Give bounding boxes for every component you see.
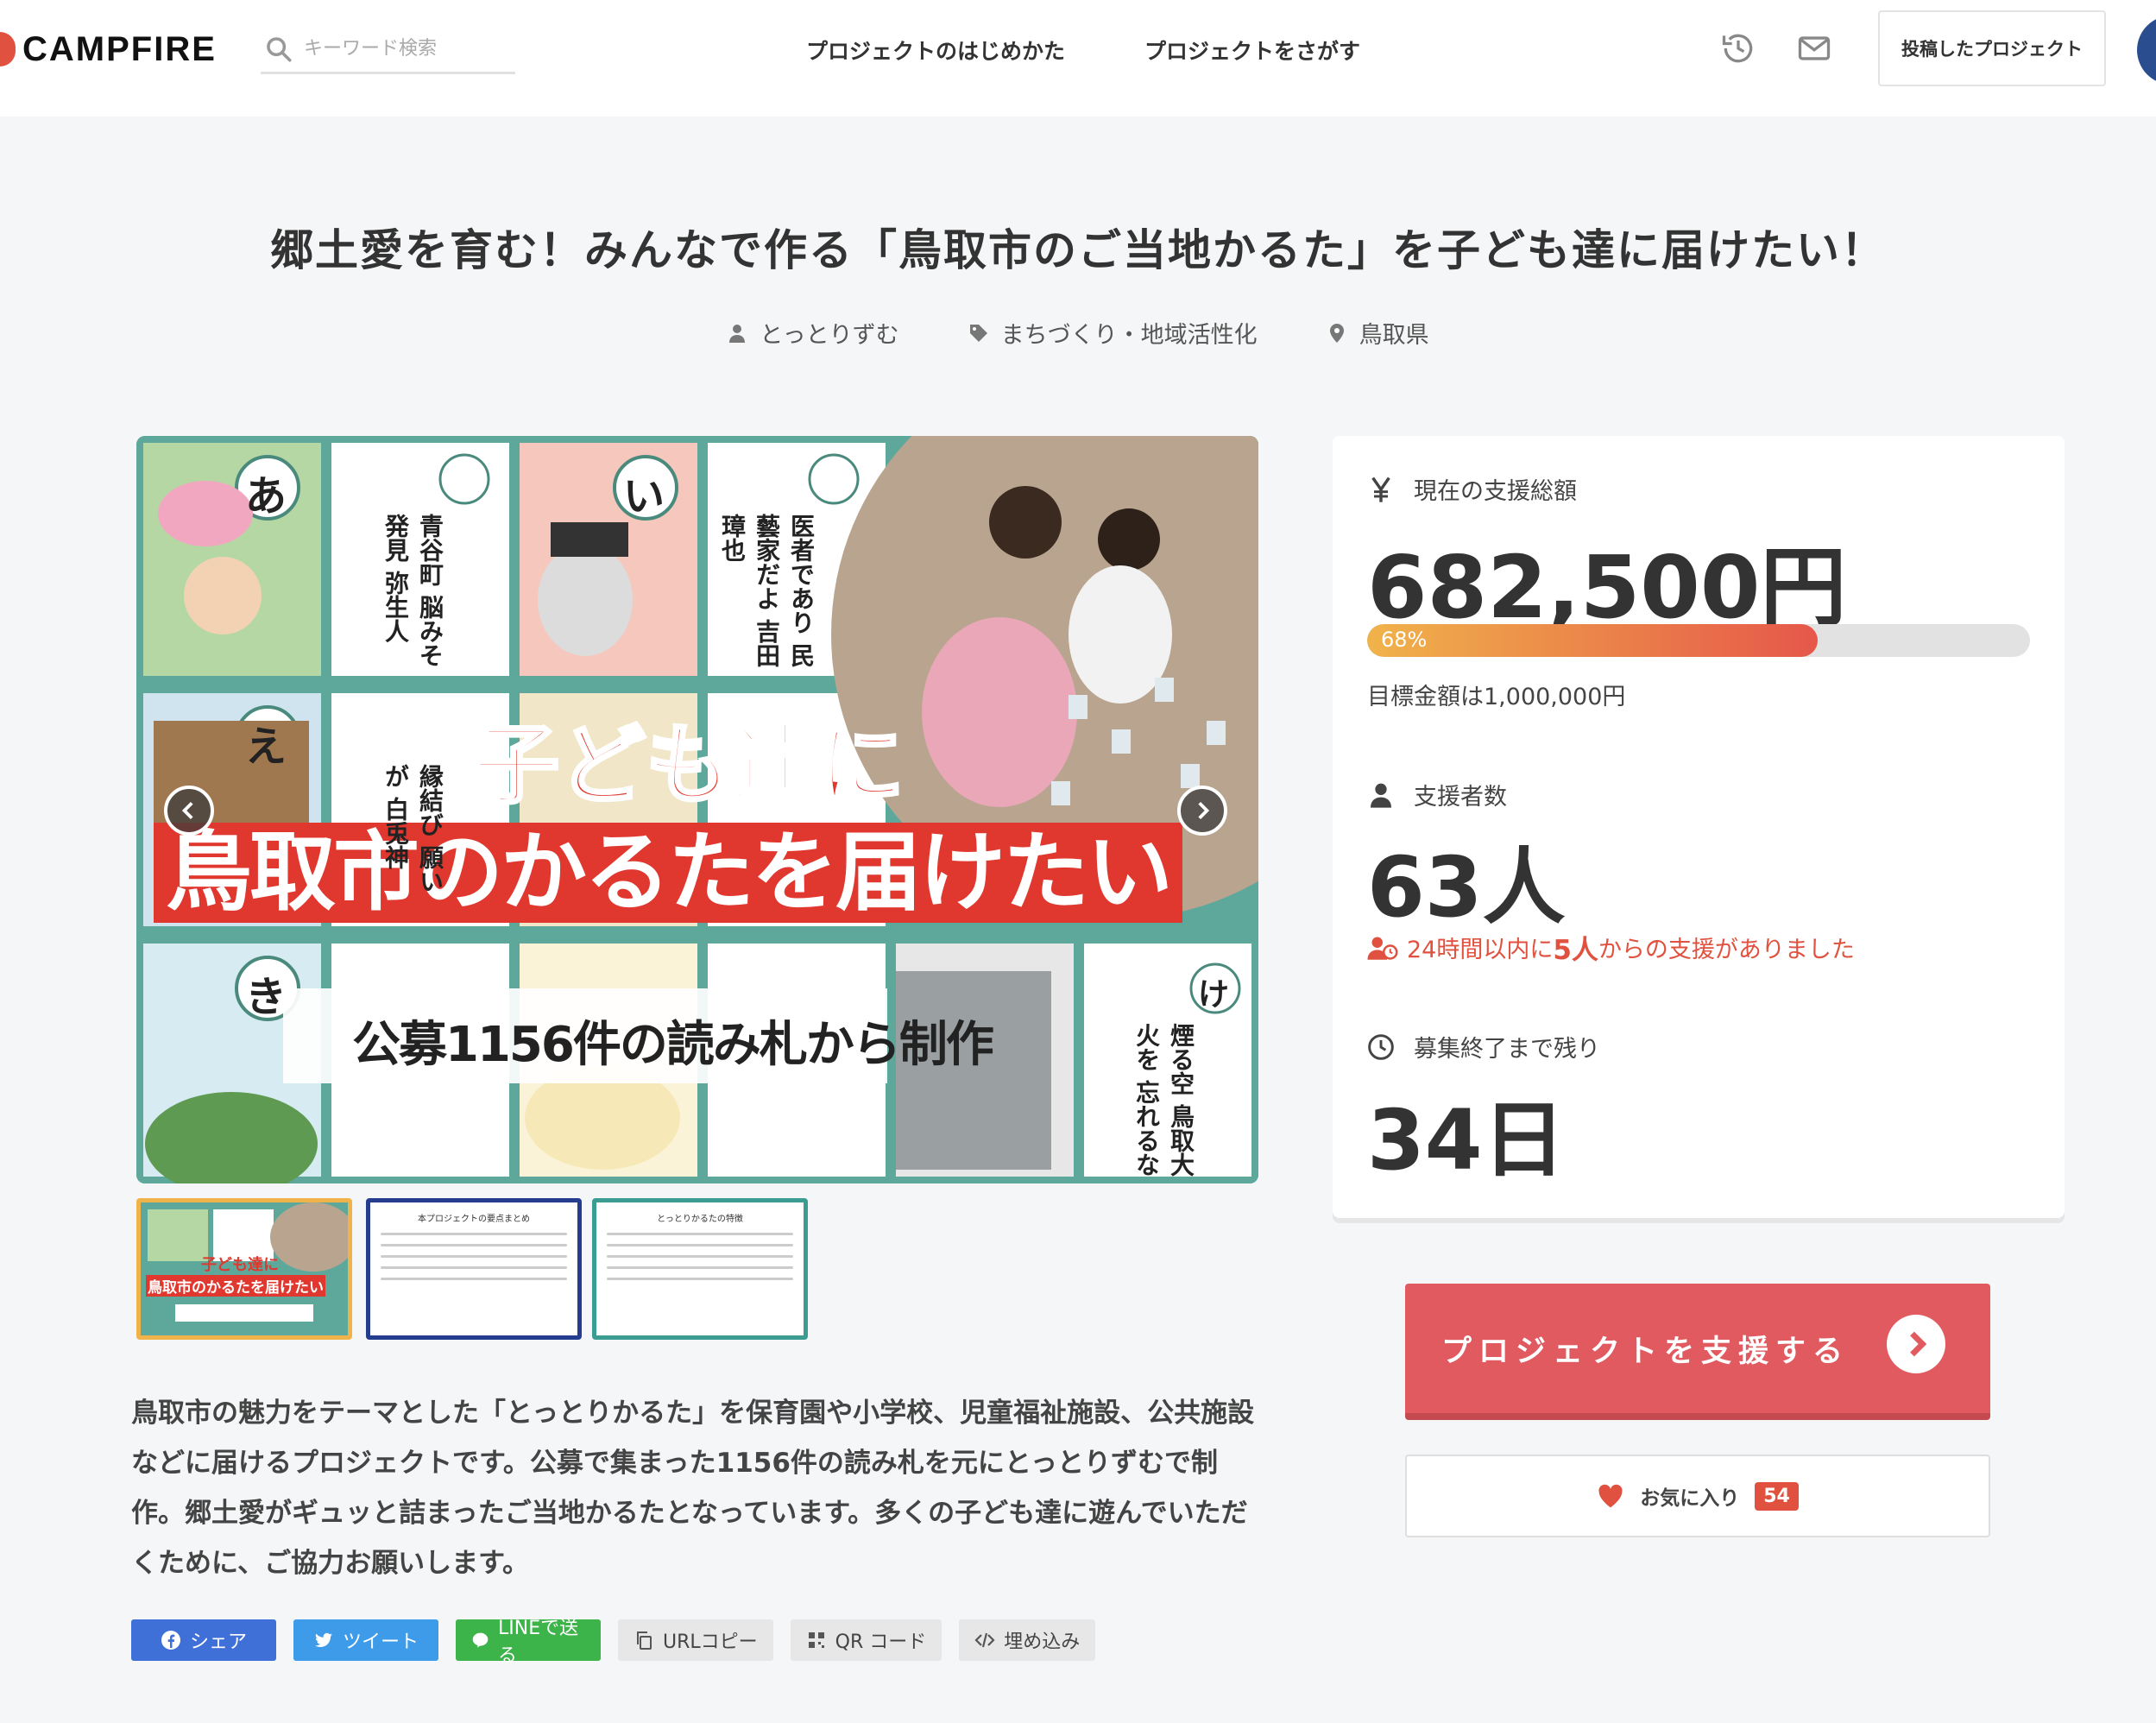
card-letter-e: え [245, 723, 287, 771]
thumbnail-2-heading: 本プロジェクトの要点まとめ [418, 1215, 530, 1224]
favorite-label: お気に入り [1640, 1487, 1740, 1510]
heart-icon [1598, 1484, 1623, 1508]
share-buttons: シェア ツイート LINEで送る URLコピー QR コード 埋め込み [131, 1618, 1096, 1667]
remaining-label: 募集終了まで残り [1414, 1036, 1600, 1063]
search-box[interactable] [261, 26, 515, 74]
recent-prefix: 24時間以内に [1407, 937, 1554, 963]
main-project-image[interactable]: 子ども達に 鳥取市のかるたを届けたい 公募1156件の読み札から制作 あ い え… [136, 436, 1258, 1183]
facebook-share-label: シェア [189, 1631, 247, 1653]
hero-subline: 公募1156件の読み札から制作 [352, 1017, 994, 1073]
remaining-value: 34日 [1367, 1092, 1566, 1189]
card-text-2: 医者であり 民藝家だよ 吉田璋也 [718, 514, 816, 667]
chevron-right-icon [1198, 801, 1210, 820]
thumbnail-1-caption-1: 子ども達に [201, 1256, 279, 1274]
goal-amount: 目標金額は1,000,000円 [1367, 684, 1626, 710]
line-share-label: LINEで送る [498, 1618, 579, 1667]
remaining-label-row: 募集終了まで残り [1367, 1030, 1600, 1063]
facebook-icon [161, 1631, 180, 1650]
card-text-3: 縁結び 願いが 白兎神 [381, 764, 444, 893]
hero-headline-1: 子ども達に [471, 713, 906, 817]
chevron-left-icon [181, 801, 193, 820]
site-header: CAMPFIRE プロジェクトのはじめかた プロジェクトをさがす 投稿したプロジ… [0, 0, 2156, 117]
posted-projects-button[interactable]: 投稿したプロジェクト [1878, 10, 2106, 86]
thumbnail-1[interactable]: 子ども達に 鳥取市のかるたを届けたい [136, 1198, 352, 1340]
funding-stats-card: 現在の支援総額 682,500円 68% 目標金額は1,000,000円 支援者… [1333, 436, 2065, 1218]
nav-how-to-start[interactable]: プロジェクトのはじめかた [806, 35, 1065, 66]
qr-code-label: QR コード [835, 1631, 927, 1653]
recent-suffix: からの支援がありました [1598, 937, 1855, 963]
embed-button[interactable]: 埋め込み [959, 1619, 1096, 1661]
search-input[interactable] [304, 38, 502, 60]
support-project-button[interactable]: プロジェクトを支援する [1405, 1284, 1990, 1420]
url-copy-button[interactable]: URLコピー [618, 1619, 773, 1661]
nav-find-projects[interactable]: プロジェクトをさがす [1144, 35, 1360, 66]
user-icon [729, 324, 746, 343]
clock-icon [1368, 1033, 1394, 1060]
location-name: 鳥取県 [1359, 322, 1429, 349]
line-share-button[interactable]: LINEで送る [456, 1618, 601, 1667]
project-description: 鳥取市の魅力をテーマとした「とっとりかるた」を保育園や小学校、児童福祉施設、公共… [131, 1398, 1255, 1579]
favorite-count-badge: 54 [1755, 1481, 1799, 1511]
owner-name: とっとりずむ [760, 322, 899, 349]
prev-image-button[interactable] [164, 786, 214, 836]
card-letter-i: い [623, 472, 665, 521]
favorite-button[interactable]: お気に入り 54 [1405, 1455, 1990, 1537]
hero-headline-2: 鳥取市のかるたを届けたい [154, 823, 1182, 923]
copy-icon [637, 1631, 652, 1650]
url-copy-label: URLコピー [663, 1631, 758, 1653]
funding-progress-bar: 68% [1367, 624, 2030, 657]
campfire-logo[interactable]: CAMPFIRE [0, 28, 217, 71]
qr-code-button[interactable]: QR コード [790, 1619, 942, 1661]
qr-code-icon [808, 1632, 824, 1648]
funding-progress-fill [1367, 624, 1819, 657]
card-letter-ke: け [1198, 977, 1230, 1013]
twitter-share-label: ツイート [342, 1631, 419, 1653]
thumbnail-1-caption-2: 鳥取市のかるたを届けたい [146, 1275, 325, 1297]
category-name: まちづくり・地域活性化 [1000, 322, 1258, 349]
arrow-right-circle-icon [1887, 1315, 1945, 1373]
facebook-share-button[interactable]: シェア [131, 1619, 276, 1661]
project-location[interactable]: 鳥取県 [1327, 316, 1429, 350]
card-letter-ki: き [245, 973, 287, 1021]
project-meta: とっとりずむ まちづくり・地域活性化 鳥取県 [0, 316, 2156, 350]
flame-icon [0, 32, 16, 66]
history-icon[interactable] [1719, 29, 1757, 67]
card-letter-a: あ [245, 472, 287, 521]
user-icon [1371, 783, 1391, 808]
backers-label: 支援者数 [1414, 784, 1507, 811]
user-avatar[interactable] [2137, 16, 2156, 85]
card-text-1: 青谷町 脳みそ発見 弥生人 [381, 514, 444, 667]
mail-icon[interactable] [1795, 29, 1833, 67]
twitter-bird-icon [314, 1632, 332, 1648]
location-pin-icon [1329, 323, 1344, 343]
backers-value: 63人 [1367, 839, 1566, 936]
total-amount-label: 現在の支援総額 [1414, 478, 1577, 505]
project-category[interactable]: まちづくり・地域活性化 [968, 316, 1258, 350]
thumbnail-2[interactable]: 本プロジェクトの要点まとめ [366, 1198, 582, 1340]
support-button-label: プロジェクトを支援する [1441, 1334, 1850, 1369]
card-text-4: 煙る空 鳥取大火を 忘れるな [1132, 1023, 1195, 1177]
thumbnail-3[interactable]: とっとりかるたの特徴 [592, 1198, 808, 1340]
embed-label: 埋め込み [1004, 1631, 1081, 1653]
recent-backers-notice: 24時間以内に 5人 からの支援がありました [1367, 928, 1855, 967]
logo-text: CAMPFIRE [22, 29, 217, 68]
project-owner[interactable]: とっとりずむ [727, 316, 899, 350]
search-icon [267, 36, 292, 62]
backers-label-row: 支援者数 [1367, 778, 1507, 811]
tag-icon [969, 324, 987, 342]
code-icon [974, 1632, 995, 1648]
next-image-button[interactable] [1177, 786, 1227, 836]
line-icon [472, 1632, 489, 1648]
total-amount-label-row: 現在の支援総額 [1367, 472, 1577, 506]
thumbnail-3-heading: とっとりかるたの特徴 [657, 1215, 743, 1224]
twitter-share-button[interactable]: ツイート [293, 1619, 438, 1661]
funding-progress-percent: 68% [1381, 628, 1428, 652]
project-title: 郷土愛を育む！みんなで作る「鳥取市のご当地かるた」を子ども達に届けたい！ [270, 225, 1886, 275]
yen-icon [1371, 477, 1390, 502]
recent-count: 5人 [1553, 935, 1598, 966]
recent-backers-icon [1367, 937, 1398, 960]
